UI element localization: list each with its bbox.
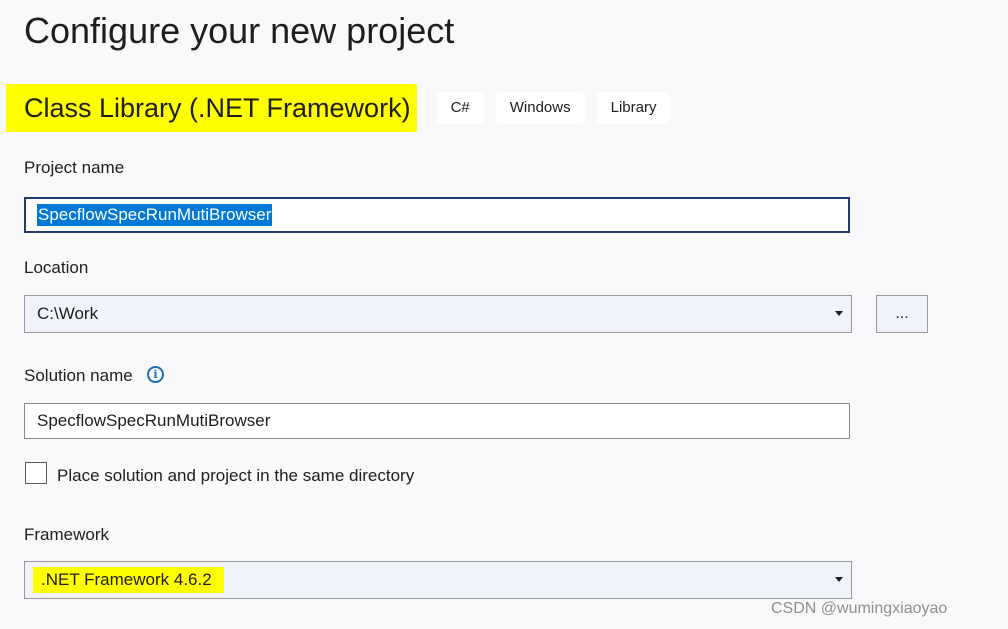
tag-project-type: Library xyxy=(596,92,671,124)
project-name-value: SpecflowSpecRunMutiBrowser xyxy=(37,204,273,226)
location-value: C:\Work xyxy=(37,304,99,323)
browse-button[interactable]: ... xyxy=(876,295,928,333)
watermark: CSDN @wumingxiaoyao xyxy=(771,600,948,617)
framework-combobox[interactable]: .NET Framework 4.6.2 xyxy=(24,561,852,599)
page-title: Configure your new project xyxy=(24,10,455,51)
template-header: Class Library (.NET Framework) C# Window… xyxy=(6,84,671,132)
framework-label: Framework xyxy=(24,525,110,544)
info-icon[interactable]: i xyxy=(147,366,164,383)
same-directory-checkbox[interactable] xyxy=(25,462,47,484)
location-combobox[interactable]: C:\Work xyxy=(24,295,852,333)
project-name-input[interactable]: SpecflowSpecRunMutiBrowser xyxy=(24,197,850,233)
project-name-label: Project name xyxy=(24,158,125,177)
chevron-down-icon[interactable] xyxy=(835,311,843,316)
template-name: Class Library (.NET Framework) xyxy=(6,84,417,132)
solution-name-label: Solution name xyxy=(24,366,133,385)
location-label: Location xyxy=(24,258,89,277)
tag-platform: Windows xyxy=(495,92,585,124)
solution-name-input[interactable]: SpecflowSpecRunMutiBrowser xyxy=(24,403,850,439)
same-directory-label[interactable]: Place solution and project in the same d… xyxy=(57,466,414,486)
framework-value: .NET Framework 4.6.2 xyxy=(33,567,224,593)
chevron-down-icon[interactable] xyxy=(835,577,843,582)
tag-language: C# xyxy=(436,92,484,124)
solution-name-value: SpecflowSpecRunMutiBrowser xyxy=(37,411,271,430)
